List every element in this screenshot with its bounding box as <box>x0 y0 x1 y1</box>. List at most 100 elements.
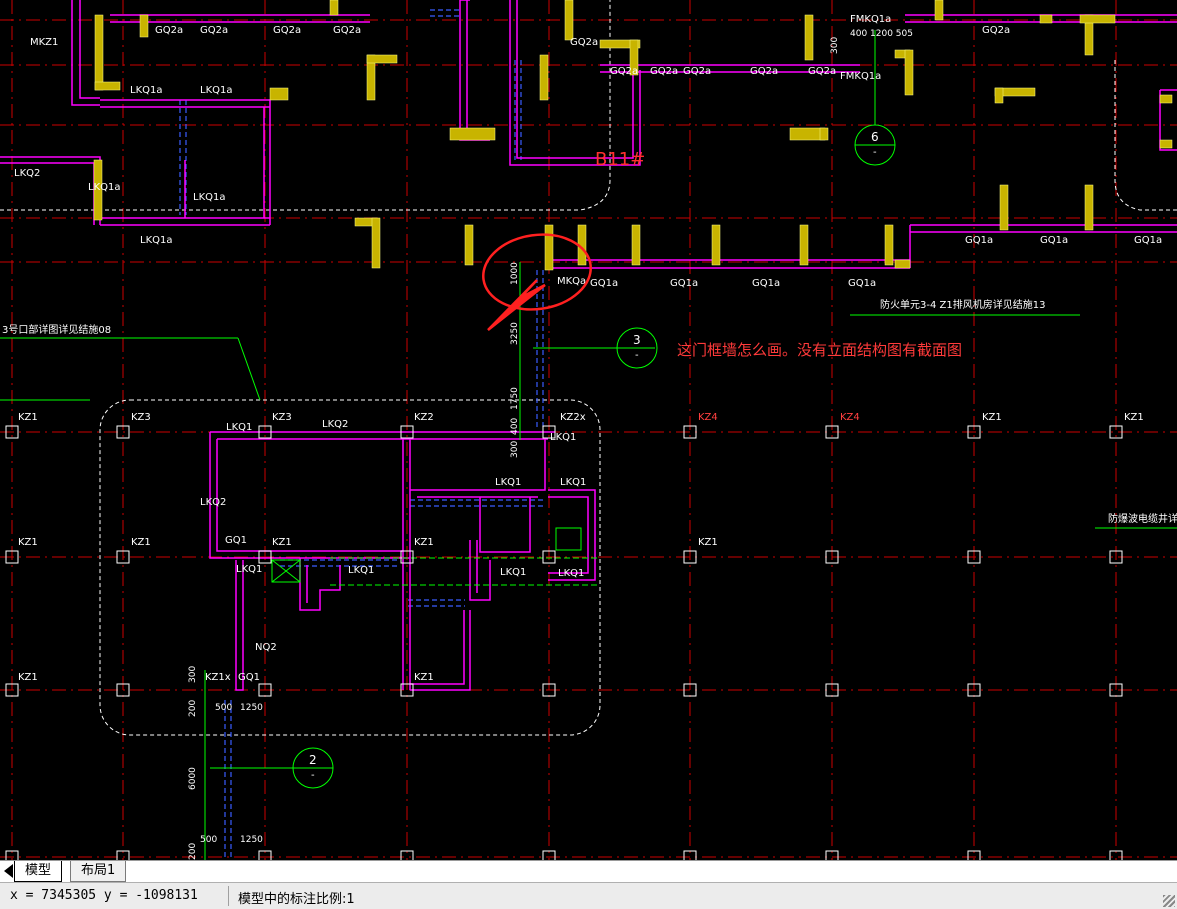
wall-label: MKZ1 <box>30 37 58 48</box>
grid-bubble-sub: - <box>311 770 315 781</box>
wall-label: GQ2a <box>982 25 1010 36</box>
wall-label: LKQ1 <box>560 477 586 488</box>
resize-grip-icon[interactable] <box>1163 895 1175 907</box>
dimension-text: 300 <box>830 37 840 54</box>
status-separator <box>228 886 229 906</box>
wall-stub <box>371 217 381 269</box>
wall-stub <box>934 0 944 21</box>
column-label: KZ1 <box>18 537 38 548</box>
note-cable-well: 防爆波电缆井详 <box>1108 512 1177 525</box>
column-label: KZ3 <box>272 412 292 423</box>
wall-label: GQ1a <box>1040 235 1068 246</box>
wall-stub <box>269 87 289 101</box>
wall-stub <box>449 127 496 141</box>
column-label: KZ4 <box>698 412 718 423</box>
layout-tab-bar: 模型 布局1 <box>0 860 1177 883</box>
wall-stub <box>804 14 814 61</box>
column-label: KZ1 <box>698 537 718 548</box>
wall-label: GQ2a <box>650 66 678 77</box>
wall-label: GQ1a <box>1134 235 1162 246</box>
dimension-text: 1750 <box>510 387 520 410</box>
grid-bubble-number: 3 <box>633 333 641 347</box>
column-label: KZ1x <box>205 672 231 683</box>
column-label: KZ1 <box>18 672 38 683</box>
wall-label: LKQ1a <box>193 192 226 203</box>
wall-stub <box>894 259 911 269</box>
column-label: KZ1 <box>414 672 434 683</box>
dimension-text: 500 <box>200 835 217 845</box>
dimension-text: 6000 <box>188 767 198 790</box>
note-opening-detail: 3号口部详图详见结施08 <box>2 323 111 336</box>
wall-label: MKQa <box>557 276 586 287</box>
status-bar: x = 7345305 y = -1098131 模型中的标注比例:1 <box>0 882 1177 909</box>
wall-label: LKQ1 <box>226 422 252 433</box>
tab-model[interactable]: 模型 <box>14 861 63 882</box>
wall-label: GQ2a <box>155 25 183 36</box>
coordinate-readout: x = 7345305 y = -1098131 <box>10 888 198 903</box>
column-label: KZ1 <box>18 412 38 423</box>
wall-label: GQ1a <box>965 235 993 246</box>
wall-stub <box>999 184 1009 231</box>
dimension-text: 200 <box>188 843 198 860</box>
column-label: KZ1 <box>982 412 1002 423</box>
wall-label: GQ2a <box>683 66 711 77</box>
floor-plan-drawing: KZ1 KZ3 KZ3 KZ2 KZ2x KZ4 KZ4 KZ1 KZ1 KZ1 KZ1 KZ1 KZ1… <box>0 0 1177 860</box>
wall-stub <box>329 0 339 16</box>
wall-label: GQ1a <box>670 278 698 289</box>
wall-stub <box>564 0 574 41</box>
wall-label: LKQ1 <box>236 564 262 575</box>
wall-label: LKQ1 <box>550 432 576 443</box>
dimension-text: 3250 <box>510 322 520 345</box>
tab-layout1[interactable]: 布局1 <box>70 861 127 882</box>
wall-stub <box>631 224 641 266</box>
wall-label: GQ2a <box>333 25 361 36</box>
wall-label: LKQ1a <box>130 85 163 96</box>
wall-outlines <box>0 0 1177 691</box>
dimension-text: 1000 <box>510 262 520 285</box>
grid-bubble-number: 6 <box>871 130 879 144</box>
column-label: KZ1 <box>272 537 292 548</box>
wall-stub <box>799 224 809 266</box>
dimension-text: 1250 <box>240 703 263 713</box>
wall-stub <box>1084 184 1094 231</box>
wall-stub <box>1079 14 1116 24</box>
wall-label: LKQ2 <box>200 497 226 508</box>
wall-label: FMKQ1a <box>850 14 891 25</box>
wall-label: GQ1a <box>752 278 780 289</box>
wall-stub <box>464 224 474 266</box>
dimension-text: 400 1200 505 <box>850 29 913 39</box>
column-label: KZ4 <box>840 412 860 423</box>
wall-stub <box>711 224 721 266</box>
dimension-text: 400 <box>510 418 520 435</box>
wall-label: GQ1a <box>590 278 618 289</box>
tab-scroll-arrow-icon[interactable] <box>4 864 13 878</box>
question-annotation: 这门框墙怎么画。没有立面结构图有截面图 <box>677 341 963 359</box>
b-label-text: B11# <box>595 149 645 170</box>
column-label: KZ1 <box>1124 412 1144 423</box>
column-label: KZ2 <box>414 412 434 423</box>
wall-label: LKQ2 <box>14 168 40 179</box>
wall-label: GQ2a <box>570 37 598 48</box>
wall-stub <box>1159 94 1173 104</box>
grid-bubble-sub: - <box>635 350 639 361</box>
wall-label: GQ2a <box>808 66 836 77</box>
wall-label: LKQ2 <box>322 419 348 430</box>
wall-label: GQ2a <box>273 25 301 36</box>
dimension-text: 1250 <box>240 835 263 845</box>
dimension-text: 200 <box>188 700 198 717</box>
wall-label: LKQ1a <box>88 182 121 193</box>
wall-label: GQ1 <box>225 535 247 546</box>
cad-drawing-canvas[interactable]: KZ1 KZ3 KZ3 KZ2 KZ2x KZ4 KZ4 KZ1 KZ1 KZ1 KZ1 KZ1 KZ1… <box>0 0 1177 860</box>
wall-label: NQ2 <box>255 642 277 653</box>
grid-bubble-sub: - <box>873 147 877 158</box>
wall-stub <box>544 224 554 271</box>
wall-label: GQ2a <box>750 66 778 77</box>
wall-stub <box>904 49 914 96</box>
wall-label: GQ1a <box>848 278 876 289</box>
grid-bubble-number: 2 <box>309 753 317 767</box>
dimension-text: 300 <box>510 441 520 458</box>
wall-stub <box>884 224 894 266</box>
note-fan-room: 防火单元3-4 Z1排风机房详见结施13 <box>880 298 1045 311</box>
wall-label: GQ2a <box>200 25 228 36</box>
wall-label: LKQ1 <box>495 477 521 488</box>
